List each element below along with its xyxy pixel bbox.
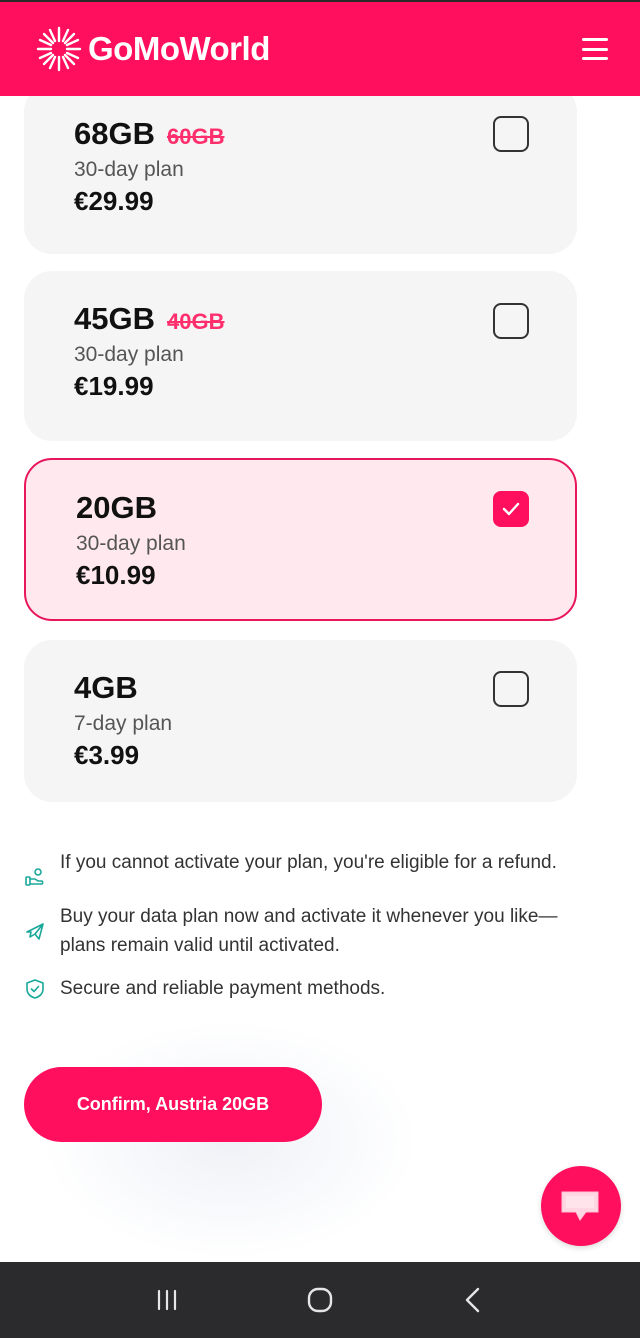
plan-card-68gb[interactable]: 68GB 60GB 30-day plan €29.99 bbox=[24, 84, 577, 254]
hamburger-menu-icon[interactable] bbox=[582, 38, 608, 60]
plan-card-20gb[interactable]: 20GB 30-day plan €10.99 bbox=[24, 458, 577, 621]
plan-size: 20GB bbox=[76, 490, 157, 525]
plan-card-4gb[interactable]: 4GB 7-day plan €3.99 bbox=[24, 640, 577, 802]
plan-size: 4GB bbox=[74, 670, 138, 705]
confirm-button[interactable]: Confirm, Austria 20GB bbox=[24, 1067, 322, 1142]
plan-price: €29.99 bbox=[74, 186, 154, 216]
plan-price: €19.99 bbox=[74, 371, 154, 401]
shield-check-icon bbox=[26, 979, 44, 999]
benefit-item: Secure and reliable payment methods. bbox=[24, 974, 584, 1003]
plan-duration: 30-day plan bbox=[74, 158, 184, 181]
plan-old-size: 40GB bbox=[166, 309, 225, 334]
plan-size: 68GB bbox=[74, 116, 155, 151]
benefit-item: Buy your data plan now and activate it w… bbox=[24, 902, 584, 960]
benefit-text: If you cannot activate your plan, you're… bbox=[60, 852, 557, 873]
plan-old-size: 60GB bbox=[166, 124, 225, 149]
plan-checkbox-45gb[interactable] bbox=[493, 303, 529, 339]
logo[interactable]: GoMoWorld bbox=[34, 24, 270, 74]
check-icon bbox=[502, 502, 520, 516]
benefit-text: Buy your data plan now and activate it w… bbox=[60, 906, 558, 956]
plan-checkbox-68gb[interactable] bbox=[493, 116, 529, 152]
chat-bubble-icon bbox=[561, 1191, 599, 1221]
plan-checkbox-4gb[interactable] bbox=[493, 671, 529, 707]
app-header: GoMoWorld bbox=[0, 0, 640, 96]
plan-price: €3.99 bbox=[74, 740, 140, 770]
back-icon[interactable] bbox=[453, 1280, 493, 1320]
refund-hand-icon bbox=[25, 868, 44, 886]
airplane-icon bbox=[26, 923, 44, 940]
benefits-list: If you cannot activate your plan, you're… bbox=[24, 848, 584, 1017]
home-icon[interactable] bbox=[300, 1280, 340, 1320]
plan-checkbox-20gb[interactable] bbox=[493, 491, 529, 527]
plan-duration: 30-day plan bbox=[76, 532, 186, 555]
logo-text: GoMoWorld bbox=[88, 30, 270, 67]
plan-size: 45GB bbox=[74, 301, 155, 336]
plan-duration: 7-day plan bbox=[74, 712, 173, 735]
plan-price: €10.99 bbox=[76, 560, 156, 590]
benefit-text: Secure and reliable payment methods. bbox=[60, 978, 386, 999]
system-navigation-bar bbox=[0, 1262, 640, 1338]
plan-duration: 30-day plan bbox=[74, 343, 184, 366]
chat-button[interactable] bbox=[541, 1166, 621, 1246]
plan-card-45gb[interactable]: 45GB 40GB 30-day plan €19.99 bbox=[24, 271, 577, 441]
starburst-logo-icon bbox=[36, 26, 82, 72]
benefit-item: If you cannot activate your plan, you're… bbox=[24, 848, 584, 888]
recent-apps-icon[interactable] bbox=[147, 1280, 187, 1320]
